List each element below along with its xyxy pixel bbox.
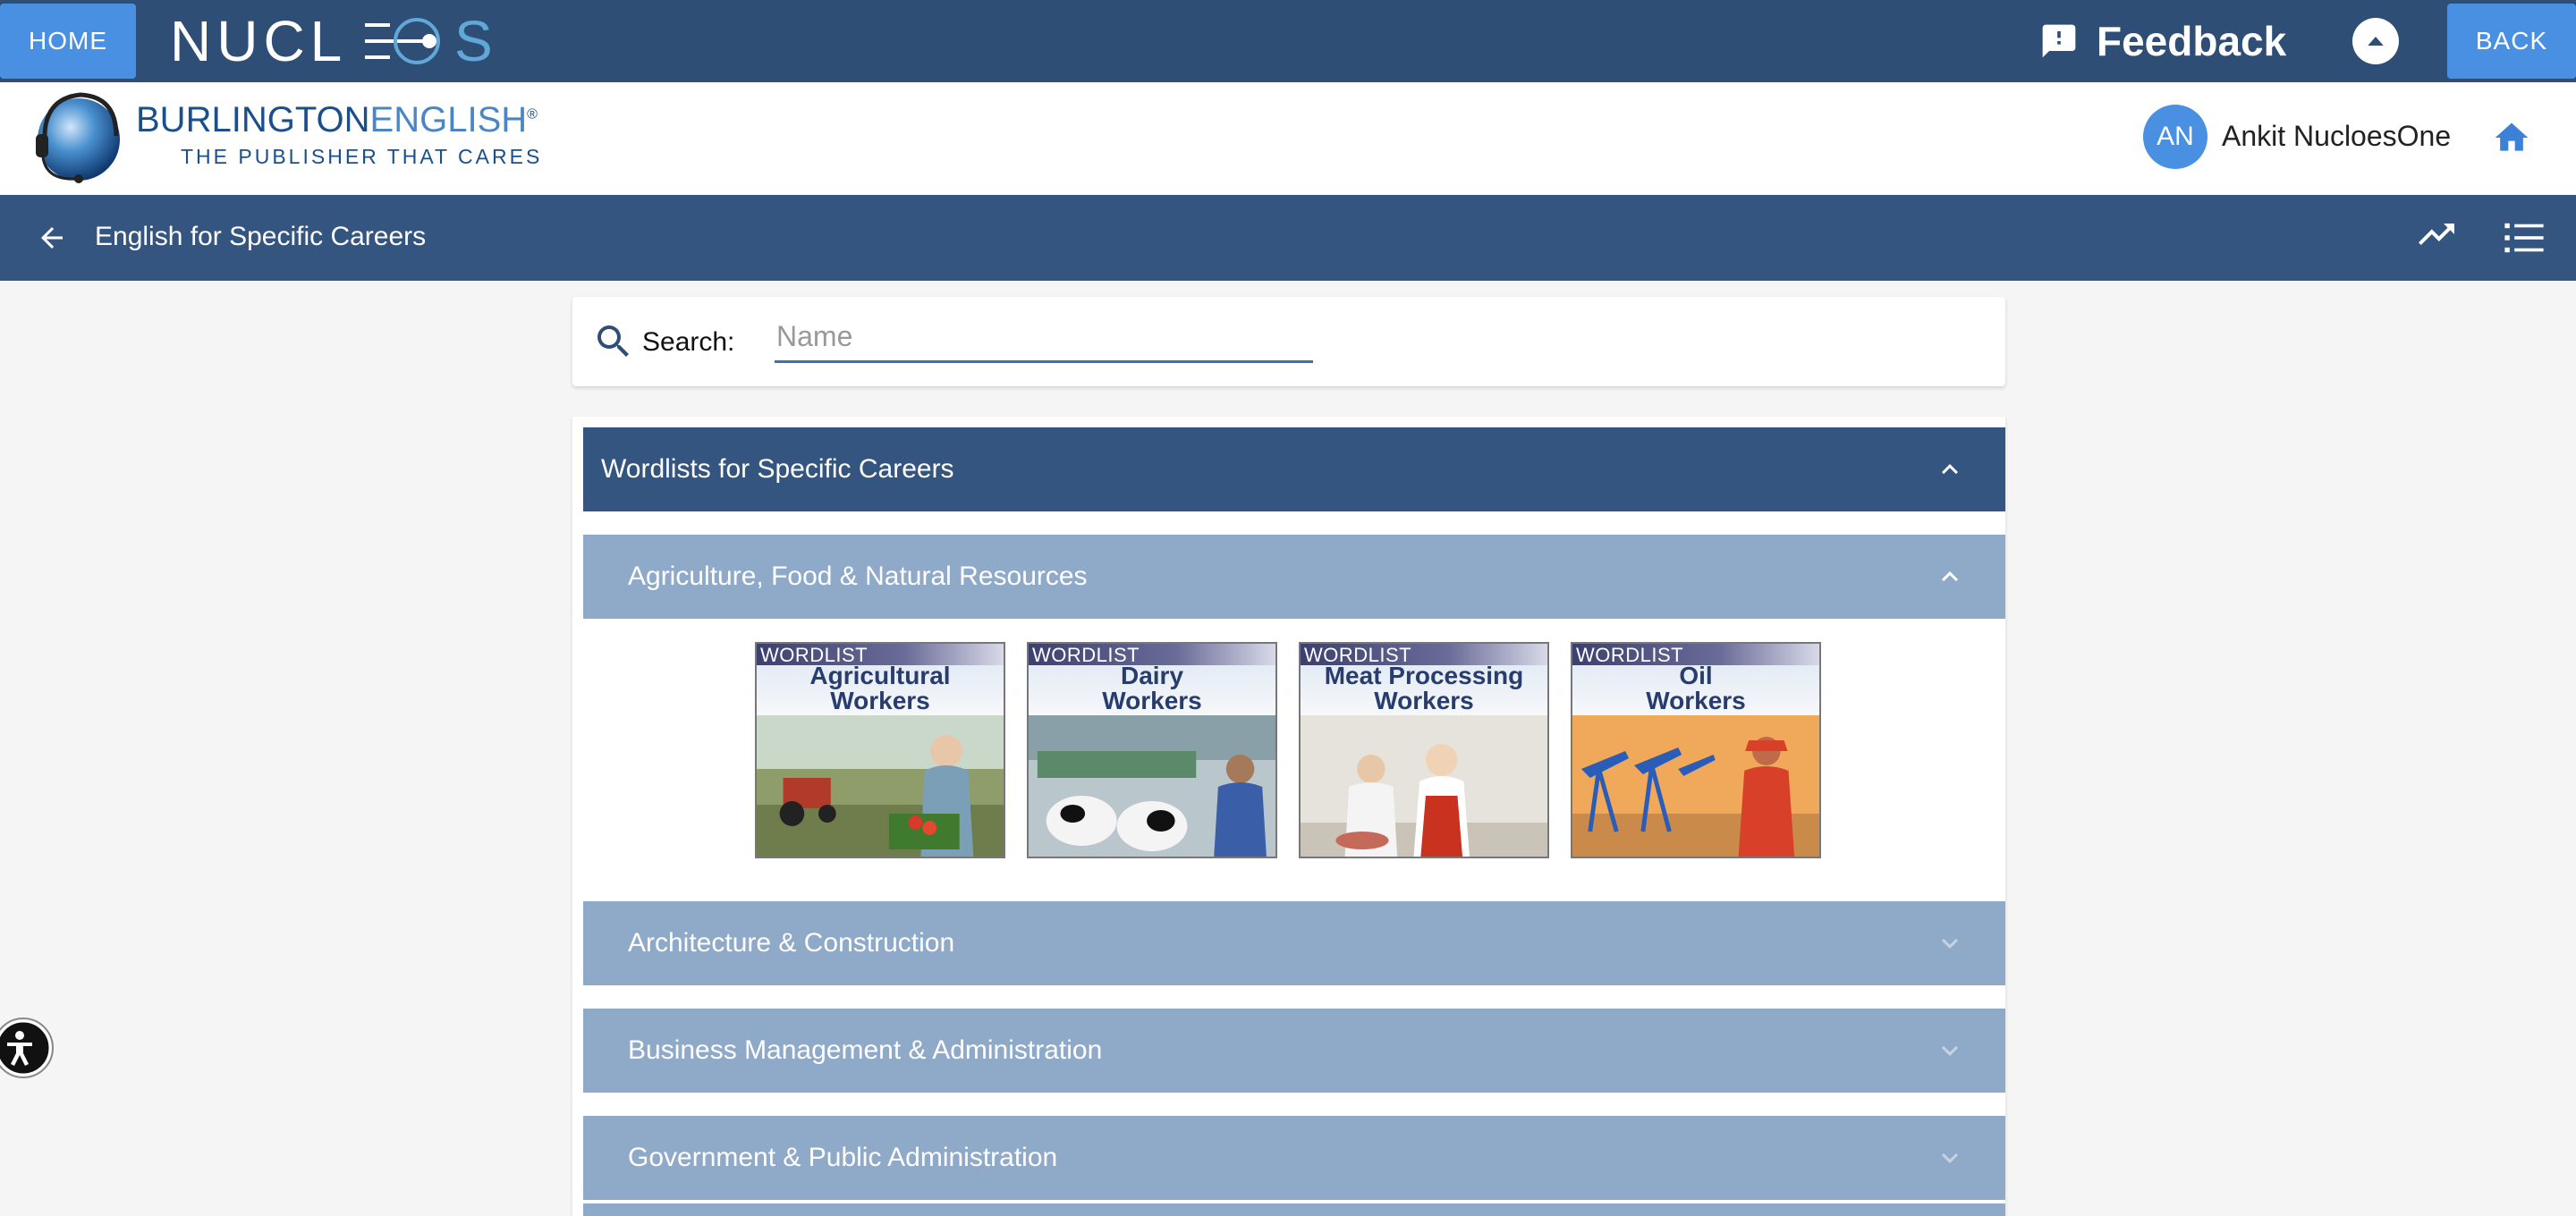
- chevron-up-icon: [1942, 464, 1958, 475]
- chevron-down-icon: [1942, 938, 1958, 949]
- category-next-partial[interactable]: [583, 1203, 2005, 1216]
- category-label: Architecture & Construction: [628, 928, 955, 958]
- wordlist-tile-agricultural-workers[interactable]: WORDLIST Agricultural Workers: [755, 642, 1005, 858]
- triangle-up-icon: [2368, 37, 2384, 46]
- search-card: Search:: [572, 297, 2005, 386]
- category-government[interactable]: Government & Public Administration: [583, 1116, 2005, 1200]
- nucleos-logo-text: NUCL: [170, 13, 347, 70]
- section-title: Wordlists for Specific Careers: [601, 454, 954, 484]
- wordlist-panel: Wordlists for Specific Careers Agricultu…: [572, 417, 2005, 1216]
- wordlist-tile-dairy-workers[interactable]: WORDLIST Dairy Workers: [1027, 642, 1277, 858]
- svg-text:S: S: [454, 13, 493, 70]
- chevron-up-icon: [1942, 571, 1958, 582]
- tile-title: Meat Processing Workers: [1324, 662, 1524, 714]
- brand-header: BURLINGTONENGLISH® THE PUBLISHER THAT CA…: [0, 82, 2576, 195]
- home-button[interactable]: HOME: [0, 4, 136, 79]
- dairy-workers-image: [1029, 715, 1275, 857]
- wordlist-tile-meat-processing-workers[interactable]: WORDLIST Meat Processing Workers: [1299, 642, 1549, 858]
- wordlist-tile-oil-workers[interactable]: WORDLIST Oil Workers: [1571, 642, 1821, 858]
- feedback-icon: [2042, 24, 2076, 58]
- feedback-button[interactable]: Feedback: [2039, 16, 2286, 66]
- category-label: Government & Public Administration: [628, 1143, 1058, 1172]
- chevron-down-icon: [1942, 1153, 1958, 1163]
- search-input[interactable]: [775, 313, 1313, 363]
- tile-title: Oil Workers: [1646, 662, 1746, 714]
- search-label: Search:: [642, 327, 735, 357]
- brand-tagline: THE PUBLISHER THAT CARES: [181, 145, 543, 168]
- agricultural-workers-image: [757, 715, 1004, 857]
- accessibility-icon[interactable]: [0, 1018, 54, 1078]
- nucleos-topbar: HOME NUCL S Feedback BACK: [0, 0, 2576, 82]
- wordlist-tiles: WORDLIST Agricultural Workers WORDLIST Da…: [755, 642, 1821, 858]
- user-name[interactable]: Ankit NucloesOne: [2222, 120, 2451, 153]
- tile-title: Dairy Workers: [1102, 662, 1202, 714]
- oil-workers-image: [1572, 715, 1819, 857]
- category-architecture[interactable]: Architecture & Construction: [583, 901, 2005, 985]
- category-label: Agriculture, Food & Natural Resources: [628, 562, 1088, 591]
- nucleos-logo: NUCL S: [170, 13, 493, 70]
- brand-name: BURLINGTONENGLISH®: [136, 100, 538, 139]
- meat-processing-workers-image: [1301, 715, 1547, 857]
- course-title-bar: English for Specific Careers: [0, 195, 2576, 281]
- section-header-wordlists[interactable]: Wordlists for Specific Careers: [583, 427, 2005, 511]
- list-menu-icon[interactable]: [2504, 222, 2544, 254]
- tile-title: Agricultural Workers: [809, 662, 951, 714]
- avatar[interactable]: AN: [2143, 105, 2207, 169]
- home-icon[interactable]: [2492, 118, 2531, 157]
- collapse-up-button[interactable]: [2352, 18, 2399, 64]
- back-button[interactable]: BACK: [2447, 4, 2576, 79]
- trending-up-icon[interactable]: [2415, 220, 2458, 256]
- course-title: English for Specific Careers: [95, 222, 427, 251]
- chevron-down-icon: [1942, 1045, 1958, 1056]
- category-business-management[interactable]: Business Management & Administration: [583, 1009, 2005, 1093]
- globe-headset-logo: [36, 92, 120, 183]
- search-icon: [597, 325, 629, 357]
- arrow-back-icon[interactable]: [36, 222, 68, 254]
- category-label: Business Management & Administration: [628, 1035, 1103, 1065]
- feedback-label: Feedback: [2097, 18, 2287, 64]
- category-agriculture[interactable]: Agriculture, Food & Natural Resources: [583, 535, 2005, 619]
